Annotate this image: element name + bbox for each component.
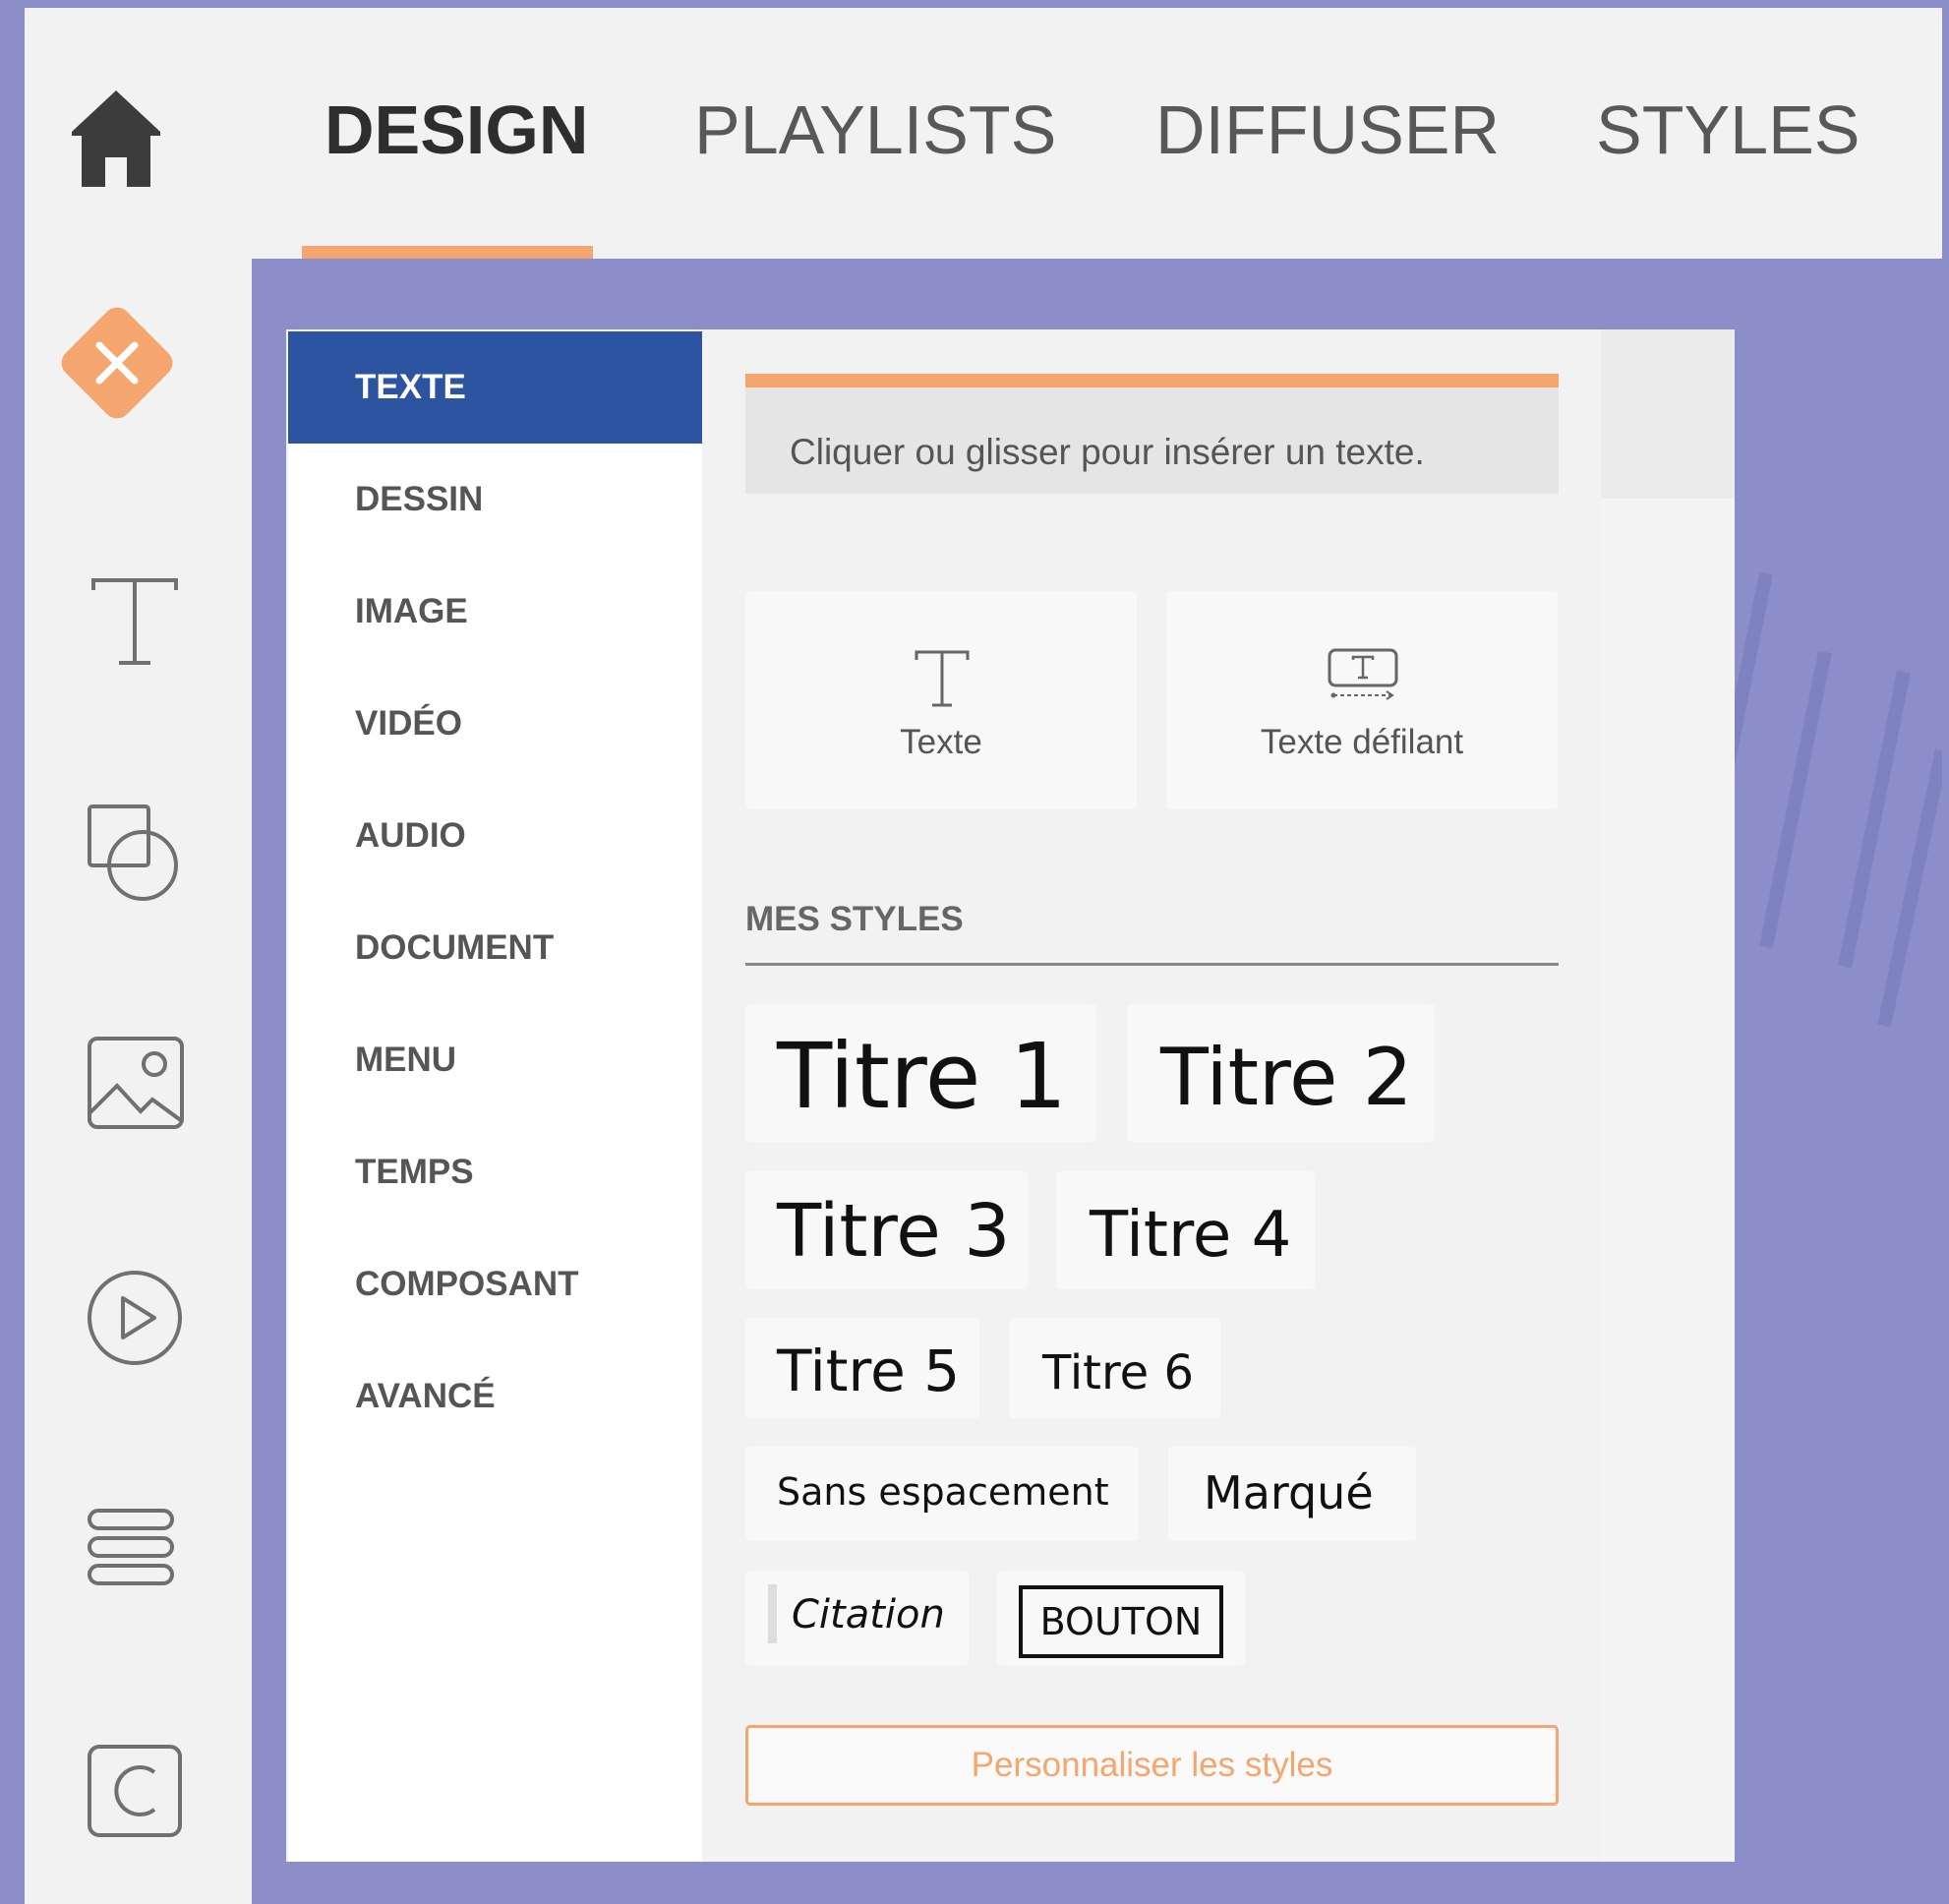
tool-sidebar: [25, 259, 252, 1904]
panel-side-strip: [1601, 329, 1735, 1862]
shapes-icon[interactable]: [84, 795, 192, 903]
insert-hint: Cliquer ou glisser pour insérer un texte…: [745, 374, 1559, 494]
home-icon[interactable]: [68, 85, 164, 193]
texte-defilant-tile[interactable]: Texte défilant: [1166, 591, 1558, 809]
menu-lines-icon[interactable]: [84, 1503, 192, 1611]
category-document[interactable]: DOCUMENT: [288, 892, 702, 1004]
category-image[interactable]: IMAGE: [288, 556, 702, 668]
style-titre-6-label: Titre 6: [1042, 1345, 1195, 1400]
component-icon[interactable]: [84, 1739, 192, 1847]
play-icon[interactable]: [84, 1267, 192, 1375]
style-citation-label: Citation: [792, 1592, 945, 1637]
style-titre-2[interactable]: Titre 2: [1127, 1004, 1435, 1142]
style-titre-2-label: Titre 2: [1160, 1032, 1413, 1123]
style-titre-3-label: Titre 3: [777, 1189, 1011, 1274]
style-titre-3[interactable]: Titre 3: [745, 1171, 1028, 1289]
category-menu[interactable]: MENU: [288, 1004, 702, 1116]
style-titre-1[interactable]: Titre 1: [745, 1004, 1096, 1142]
style-titre-5[interactable]: Titre 5: [745, 1318, 979, 1418]
top-navigation: DESIGN PLAYLISTS DIFFUSER STYLES: [25, 8, 1942, 260]
category-audio[interactable]: AUDIO: [288, 780, 702, 892]
category-texte[interactable]: TEXTE: [288, 331, 702, 444]
style-sans-espacement[interactable]: Sans espacement: [745, 1447, 1139, 1541]
style-titre-4-label: Titre 4: [1090, 1199, 1292, 1272]
active-tab-indicator: [302, 246, 593, 260]
style-titre-6[interactable]: Titre 6: [1009, 1318, 1220, 1418]
texte-tile-label: Texte: [900, 723, 982, 761]
tab-diffuser[interactable]: DIFFUSER: [1155, 90, 1500, 179]
texte-tile[interactable]: Texte: [745, 591, 1137, 809]
style-marque-label: Marqué: [1204, 1466, 1374, 1519]
texte-defilant-tile-label: Texte défilant: [1260, 723, 1464, 761]
category-video[interactable]: VIDÉO: [288, 668, 702, 780]
mes-styles-heading: MES STYLES: [745, 900, 964, 938]
style-sans-espacement-label: Sans espacement: [777, 1470, 1109, 1514]
style-citation[interactable]: Citation: [745, 1571, 969, 1665]
category-list: TEXTE DESSIN IMAGE VIDÉO AUDIO DOCUMENT …: [288, 331, 702, 1862]
quote-bar: [768, 1584, 777, 1643]
style-titre-4[interactable]: Titre 4: [1056, 1171, 1315, 1289]
style-bouton-label: BOUTON: [1019, 1585, 1223, 1658]
style-bouton[interactable]: BOUTON: [997, 1571, 1245, 1665]
customize-styles-button[interactable]: Personnaliser les styles: [745, 1725, 1559, 1806]
style-marque[interactable]: Marqué: [1168, 1447, 1416, 1541]
category-avance[interactable]: AVANCÉ: [288, 1340, 702, 1453]
tab-design[interactable]: DESIGN: [325, 90, 588, 179]
text-icon: [915, 650, 970, 707]
image-icon[interactable]: [84, 1031, 192, 1139]
panel-side-header: [1601, 329, 1735, 499]
close-icon[interactable]: [48, 294, 186, 432]
category-temps[interactable]: TEMPS: [288, 1116, 702, 1228]
tab-styles[interactable]: STYLES: [1596, 90, 1860, 179]
text-icon[interactable]: [84, 568, 192, 677]
style-titre-5-label: Titre 5: [777, 1338, 961, 1404]
category-dessin[interactable]: DESSIN: [288, 444, 702, 556]
tab-playlists[interactable]: PLAYLISTS: [694, 90, 1056, 179]
scrolling-text-icon: [1328, 648, 1398, 700]
style-titre-1-label: Titre 1: [777, 1024, 1068, 1129]
section-divider: [745, 963, 1559, 966]
insert-hint-text: Cliquer ou glisser pour insérer un texte…: [790, 432, 1425, 472]
category-composant[interactable]: COMPOSANT: [288, 1228, 702, 1340]
